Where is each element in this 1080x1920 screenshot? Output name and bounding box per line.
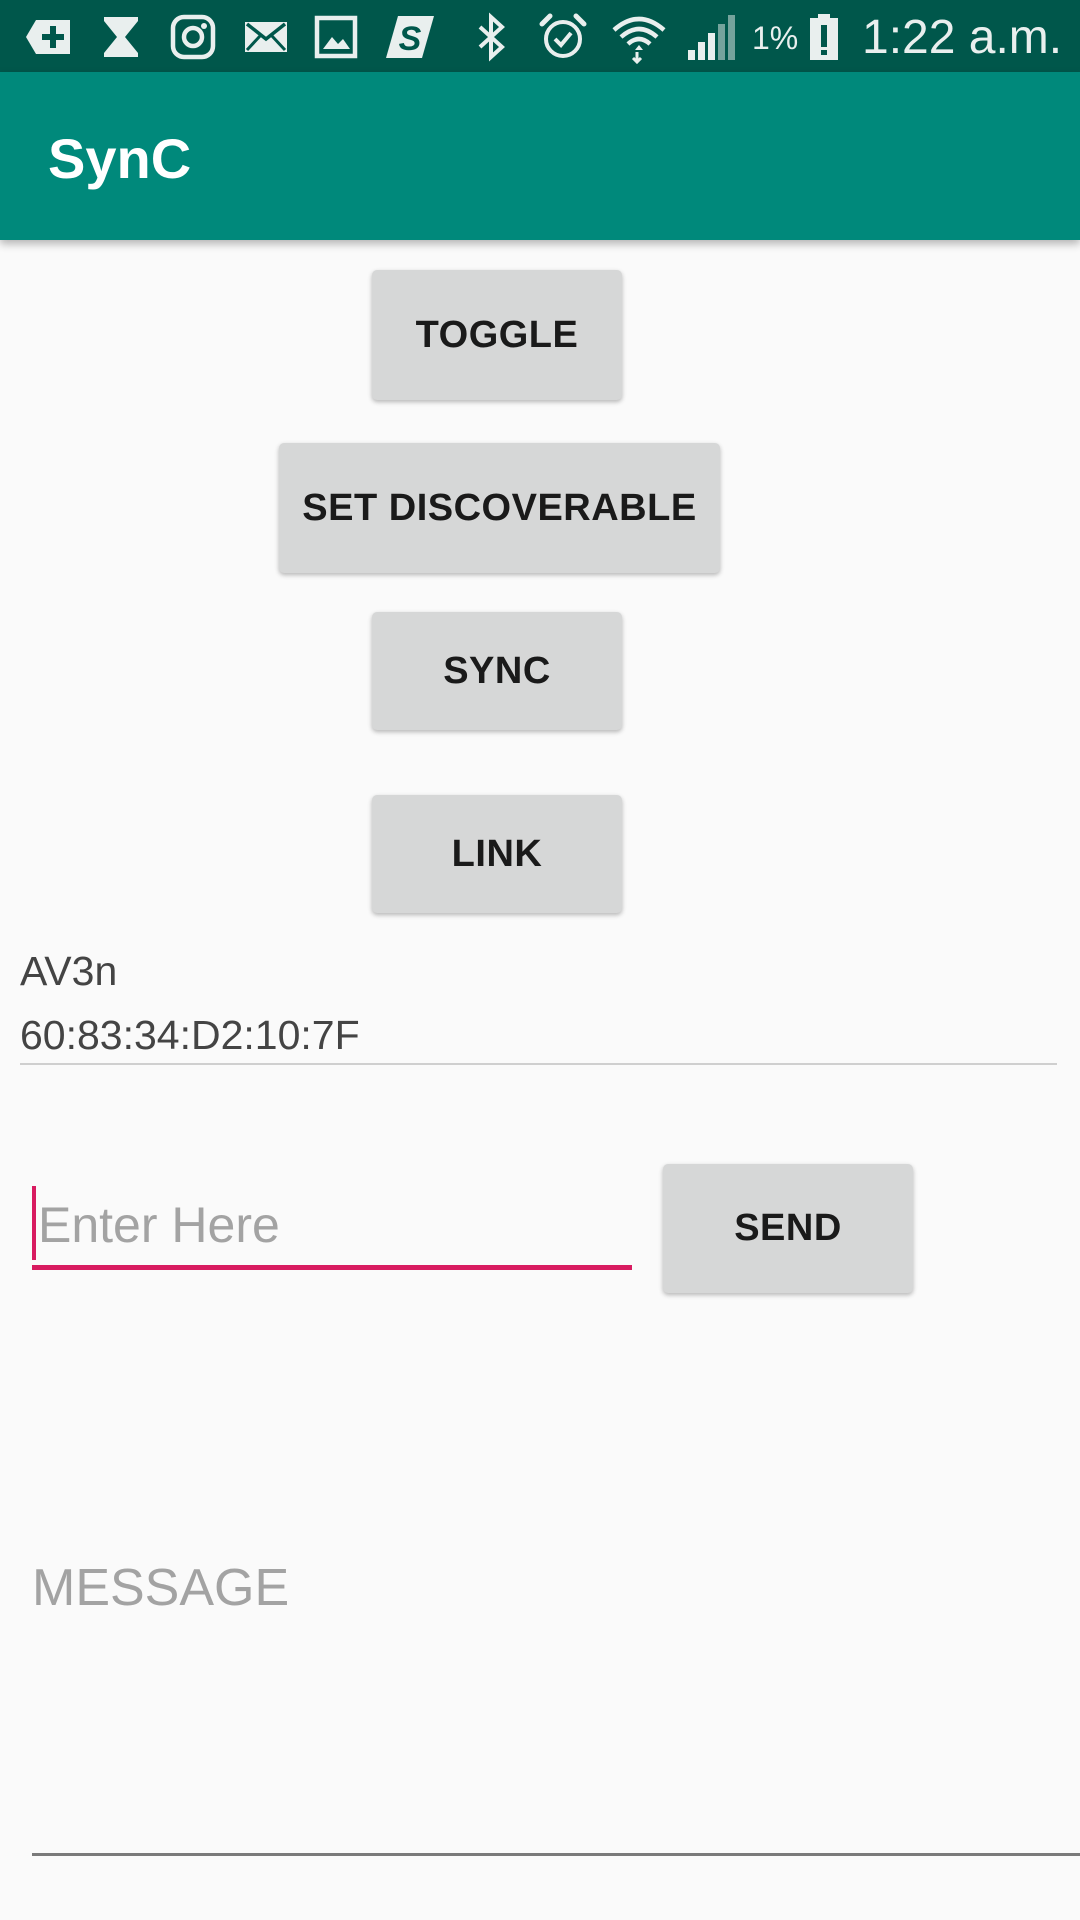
toggle-button[interactable]: TOGGLE: [372, 270, 622, 400]
wifi-icon: [610, 12, 668, 64]
gallery-icon: [314, 12, 358, 62]
send-button[interactable]: SEND: [663, 1164, 913, 1293]
app-title: SynC: [48, 127, 192, 190]
device-address[interactable]: 60:83:34:D2:10:7F: [20, 1012, 360, 1059]
battery-low-icon: [808, 12, 840, 62]
instagram-icon: [170, 12, 216, 62]
add-box-icon: [24, 12, 76, 62]
device-name[interactable]: AV3n: [20, 948, 117, 995]
list-divider: [20, 1063, 1057, 1065]
sync-button[interactable]: SYNC: [372, 612, 622, 730]
mail-icon: [243, 12, 289, 62]
bluetooth-icon: [472, 12, 512, 62]
svg-text:S: S: [399, 20, 422, 58]
app-bar: SynC: [0, 72, 1080, 240]
alarm-icon: [538, 12, 588, 62]
s-app-icon: S: [384, 12, 436, 62]
battery-percent: 1%: [752, 20, 799, 56]
status-clock: 1:22 a.m.: [862, 11, 1063, 64]
signal-icon: [686, 12, 736, 62]
link-button[interactable]: LINK: [372, 795, 622, 913]
set-discoverable-button[interactable]: SET DISCOVERABLE: [279, 443, 720, 573]
text-cursor: [32, 1186, 36, 1260]
hourglass-icon: [100, 12, 142, 62]
status-bar: S 1% 1:22 a.m.: [0, 0, 1080, 72]
message-display: MESSAGE: [32, 1559, 290, 1617]
app-screen: S 1% 1:22 a.m. SynC TOGGLE SET DISCOVERA…: [0, 0, 1080, 1920]
message-underline: [32, 1853, 1080, 1856]
input-underline: [32, 1265, 632, 1270]
message-input[interactable]: [32, 1182, 638, 1268]
